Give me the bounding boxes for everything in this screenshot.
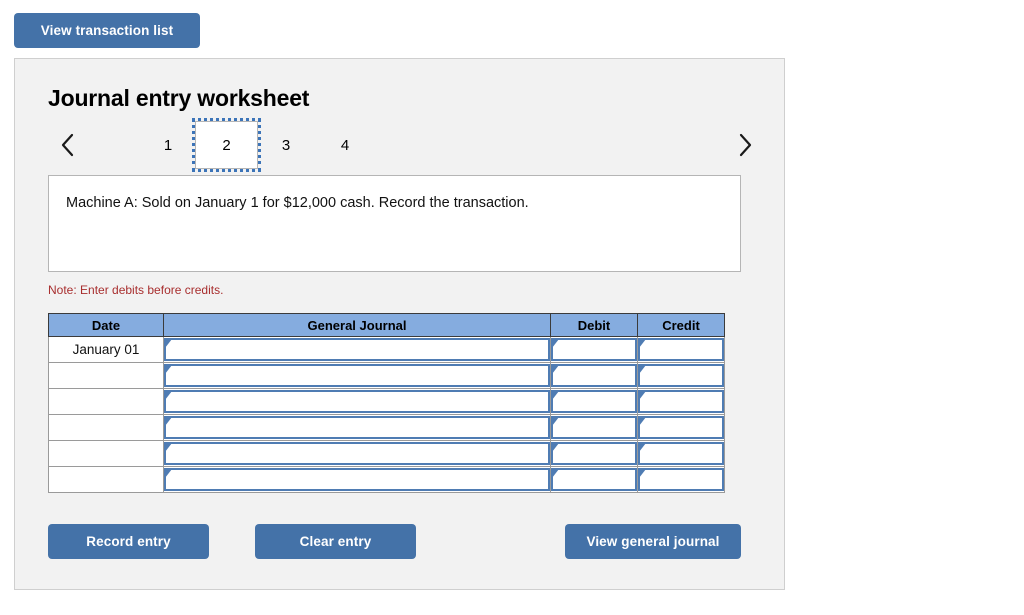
- credit-input[interactable]: [638, 364, 724, 387]
- date-cell[interactable]: [48, 362, 164, 389]
- debit-input[interactable]: [551, 468, 637, 491]
- record-entry-button[interactable]: Record entry: [48, 524, 209, 559]
- table-row: [48, 466, 725, 493]
- general-journal-input-cell[interactable]: [163, 362, 551, 389]
- view-transaction-list-button[interactable]: View transaction list: [14, 13, 200, 48]
- credit-input-cell[interactable]: [637, 336, 725, 363]
- general-journal-input-cell[interactable]: [163, 388, 551, 415]
- column-header-date: Date: [48, 313, 164, 337]
- debit-input-cell[interactable]: [550, 336, 638, 363]
- column-header-credit: Credit: [637, 313, 725, 337]
- general-journal-input[interactable]: [164, 390, 550, 413]
- general-journal-input[interactable]: [164, 442, 550, 465]
- date-cell[interactable]: [48, 414, 164, 441]
- table-row: [48, 388, 725, 415]
- debit-input[interactable]: [551, 390, 637, 413]
- debit-input[interactable]: [551, 416, 637, 439]
- credit-input[interactable]: [638, 338, 724, 361]
- credit-input-cell[interactable]: [637, 414, 725, 441]
- debit-input-cell[interactable]: [550, 466, 638, 493]
- date-cell[interactable]: January 01: [48, 336, 164, 363]
- debit-input[interactable]: [551, 442, 637, 465]
- general-journal-input[interactable]: [164, 364, 550, 387]
- view-general-journal-button[interactable]: View general journal: [565, 524, 741, 559]
- general-journal-input[interactable]: [164, 468, 550, 491]
- worksheet-pager: 1 2 3 4: [48, 118, 760, 173]
- table-row: [48, 362, 725, 389]
- clear-entry-button[interactable]: Clear entry: [255, 524, 416, 559]
- general-journal-input[interactable]: [164, 338, 550, 361]
- debits-before-credits-note: Note: Enter debits before credits.: [48, 283, 224, 297]
- debit-input[interactable]: [551, 364, 637, 387]
- chevron-left-icon[interactable]: [54, 129, 80, 161]
- table-row: January 01: [48, 336, 725, 363]
- credit-input-cell[interactable]: [637, 362, 725, 389]
- credit-input[interactable]: [638, 416, 724, 439]
- chevron-right-icon[interactable]: [732, 129, 758, 161]
- debit-input-cell[interactable]: [550, 362, 638, 389]
- credit-input[interactable]: [638, 442, 724, 465]
- general-journal-input[interactable]: [164, 416, 550, 439]
- pager-tab-3[interactable]: 3: [266, 129, 306, 161]
- credit-input[interactable]: [638, 468, 724, 491]
- pager-tab-1[interactable]: 1: [148, 129, 188, 161]
- table-row: [48, 440, 725, 467]
- credit-input-cell[interactable]: [637, 388, 725, 415]
- credit-input[interactable]: [638, 390, 724, 413]
- date-cell[interactable]: [48, 388, 164, 415]
- table-row: [48, 414, 725, 441]
- general-journal-input-cell[interactable]: [163, 336, 551, 363]
- pager-tab-2[interactable]: 2: [192, 118, 261, 172]
- column-header-debit: Debit: [550, 313, 638, 337]
- table-header-row: Date General Journal Debit Credit: [48, 313, 725, 337]
- general-journal-input-cell[interactable]: [163, 440, 551, 467]
- page-title: Journal entry worksheet: [48, 85, 310, 111]
- column-header-general-journal: General Journal: [163, 313, 551, 337]
- debit-input-cell[interactable]: [550, 440, 638, 467]
- date-cell[interactable]: [48, 440, 164, 467]
- worksheet-panel: Journal entry worksheet 1 2 3 4 Machine …: [14, 58, 785, 590]
- debit-input-cell[interactable]: [550, 388, 638, 415]
- general-journal-input-cell[interactable]: [163, 414, 551, 441]
- transaction-description-text: Machine A: Sold on January 1 for $12,000…: [66, 195, 529, 211]
- pager-tab-4[interactable]: 4: [325, 129, 365, 161]
- date-cell[interactable]: [48, 466, 164, 493]
- general-journal-input-cell[interactable]: [163, 466, 551, 493]
- transaction-description-box: Machine A: Sold on January 1 for $12,000…: [48, 175, 741, 272]
- journal-entry-worksheet-page: View transaction list Journal entry work…: [0, 0, 1024, 615]
- credit-input-cell[interactable]: [637, 466, 725, 493]
- debit-input[interactable]: [551, 338, 637, 361]
- credit-input-cell[interactable]: [637, 440, 725, 467]
- journal-entry-table: Date General Journal Debit Credit Januar…: [48, 313, 725, 493]
- debit-input-cell[interactable]: [550, 414, 638, 441]
